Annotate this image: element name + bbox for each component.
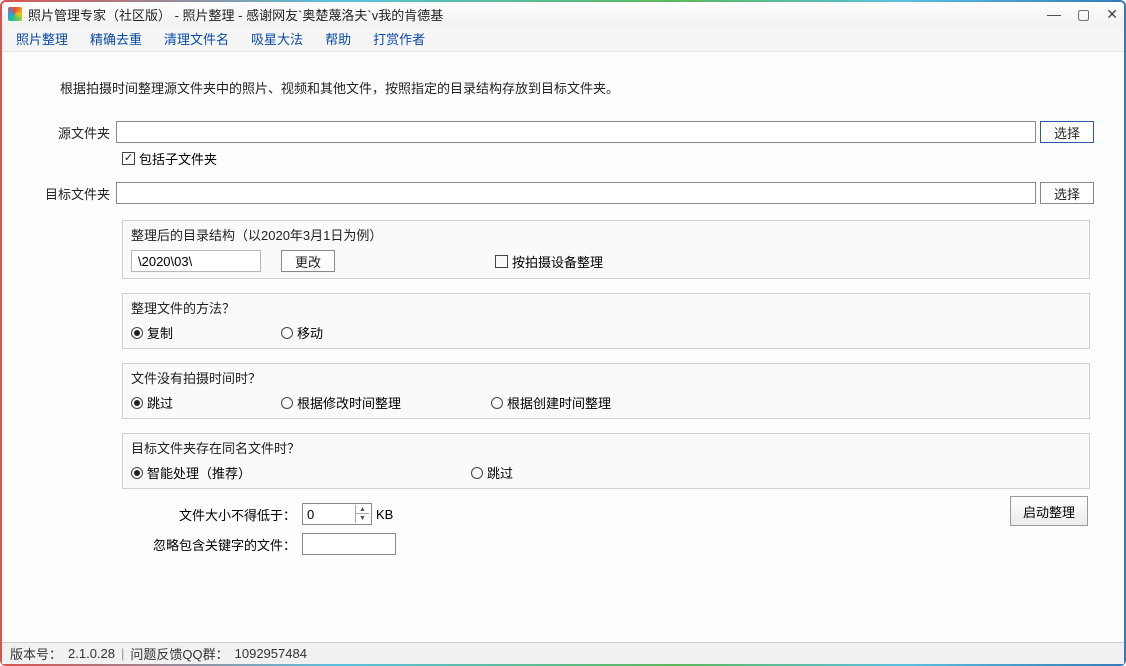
maximize-icon[interactable]: ▢ [1077,7,1090,21]
status-bar: 版本号： 2.1.0.28 | 问题反馈QQ群： 1092957484 [2,642,1124,664]
close-icon[interactable]: ✕ [1106,7,1118,21]
structure-group: 整理后的目录结构（以2020年3月1日为例） \2020\03\ 更改 按拍摄设… [122,220,1090,279]
min-size-label: 文件大小不得低于： [152,505,302,524]
target-label: 目标文件夹 [32,184,116,203]
app-icon [8,7,22,21]
menu-dedup[interactable]: 精确去重 [90,29,142,48]
window-title: 照片管理专家（社区版） - 照片整理 - 感谢网友`奥楚蔑洛夫`v我的肯德基 [28,5,443,24]
source-select-button[interactable]: 选择 [1040,121,1094,143]
menu-clean-filename[interactable]: 清理文件名 [164,29,229,48]
page-description: 根据拍摄时间整理源文件夹中的照片、视频和其他文件，按照指定的目录结构存放到目标文… [60,78,1094,97]
target-input[interactable] [116,182,1036,204]
notime-create-radio[interactable] [491,397,503,409]
method-move-label: 移动 [297,323,323,342]
method-copy-label: 复制 [147,323,173,342]
method-move-radio[interactable] [281,327,293,339]
ignore-kw-label: 忽略包含关键字的文件： [152,535,302,554]
menu-help[interactable]: 帮助 [325,29,351,48]
structure-title: 整理后的目录结构（以2020年3月1日为例） [123,221,1089,246]
structure-path: \2020\03\ [131,250,261,272]
notime-group: 文件没有拍摄时间时？ 跳过 根据修改时间整理 根据创建时间整理 [122,363,1090,419]
menu-photo-organize[interactable]: 照片整理 [16,29,68,48]
notime-skip-label: 跳过 [147,393,173,412]
content-area: 根据拍摄时间整理源文件夹中的照片、视频和其他文件，按照指定的目录结构存放到目标文… [2,52,1124,642]
include-sub-checkbox[interactable]: ✓ [122,152,135,165]
ignore-kw-input[interactable] [302,533,396,555]
notime-modify-label: 根据修改时间整理 [297,393,401,412]
samefile-skip-radio[interactable] [471,467,483,479]
title-bar[interactable]: 照片管理专家（社区版） - 照片整理 - 感谢网友`奥楚蔑洛夫`v我的肯德基 —… [2,2,1124,26]
include-sub-label: 包括子文件夹 [139,149,217,168]
samefile-group: 目标文件夹存在同名文件时？ 智能处理（推荐） 跳过 [122,433,1090,489]
minimize-icon[interactable]: — [1047,7,1061,21]
method-group: 整理文件的方法？ 复制 移动 [122,293,1090,349]
by-device-label: 按拍摄设备整理 [512,252,603,271]
start-button[interactable]: 启动整理 [1010,496,1088,526]
by-device-checkbox[interactable] [495,255,508,268]
version-value: 2.1.0.28 [68,646,115,661]
notime-skip-radio[interactable] [131,397,143,409]
change-structure-button[interactable]: 更改 [281,250,335,272]
qq-value: 1092957484 [235,646,307,661]
spin-up-icon[interactable]: ▲ [355,505,369,514]
method-copy-radio[interactable] [131,327,143,339]
samefile-title: 目标文件夹存在同名文件时？ [123,434,1089,459]
source-label: 源文件夹 [32,123,116,142]
notime-title: 文件没有拍摄时间时？ [123,364,1089,389]
samefile-smart-label: 智能处理（推荐） [147,463,251,482]
menu-bar: 照片整理 精确去重 清理文件名 吸星大法 帮助 打赏作者 [2,26,1124,52]
samefile-skip-label: 跳过 [487,463,513,482]
app-window: 照片管理专家（社区版） - 照片整理 - 感谢网友`奥楚蔑洛夫`v我的肯德基 —… [0,0,1126,666]
notime-create-label: 根据创建时间整理 [507,393,611,412]
method-title: 整理文件的方法？ [123,294,1089,319]
spin-down-icon[interactable]: ▼ [355,514,369,523]
menu-absorb[interactable]: 吸星大法 [251,29,303,48]
filters: 文件大小不得低于： 0 ▲▼ KB 忽略包含关键字的文件： [152,503,1094,555]
target-select-button[interactable]: 选择 [1040,182,1094,204]
notime-modify-radio[interactable] [281,397,293,409]
kb-label: KB [376,507,393,522]
qq-label: 问题反馈QQ群： [130,644,228,663]
samefile-smart-radio[interactable] [131,467,143,479]
menu-donate[interactable]: 打赏作者 [373,29,425,48]
source-input[interactable] [116,121,1036,143]
version-label: 版本号： [10,644,62,663]
min-size-input[interactable]: 0 ▲▼ [302,503,372,525]
